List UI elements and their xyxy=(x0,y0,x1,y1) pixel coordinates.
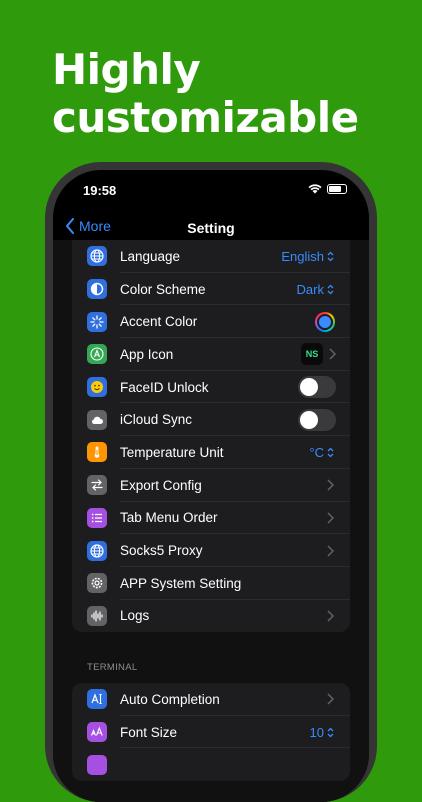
page-title: Setting xyxy=(187,220,235,236)
setting-label: Color Scheme xyxy=(120,281,206,297)
setting-row-socks5-proxy[interactable]: Socks5 Proxy xyxy=(72,534,350,567)
setting-label: App Icon xyxy=(120,346,174,362)
section-header-terminal: TERMINAL xyxy=(87,662,138,673)
chevron-up-down-icon xyxy=(327,284,334,294)
icloud-sync-toggle[interactable] xyxy=(298,408,336,431)
setting-label: Socks5 Proxy xyxy=(120,543,203,559)
thermometer-icon xyxy=(87,442,107,463)
chevron-up-down-icon xyxy=(327,251,334,262)
headline-line-2: customizable xyxy=(52,93,359,142)
chevron-up-down-icon xyxy=(327,447,334,458)
setting-value[interactable]: Dark xyxy=(297,282,334,297)
setting-label: Temperature Unit xyxy=(120,444,224,460)
setting-label: Accent Color xyxy=(120,314,198,330)
color-swatch[interactable] xyxy=(315,311,335,332)
chevron-right-icon xyxy=(327,545,334,557)
setting-label: Export Config xyxy=(120,477,202,493)
chevron-right-icon xyxy=(327,512,334,524)
text-cursor-icon xyxy=(87,689,107,710)
globe-icon xyxy=(87,246,107,267)
setting-label: Language xyxy=(120,248,181,264)
font-size-icon xyxy=(87,722,107,743)
temperature-unit-value: °C xyxy=(309,444,324,460)
headline-line-1: Highly xyxy=(52,45,201,94)
gear-icon xyxy=(87,573,107,594)
chevron-up-down-icon xyxy=(327,727,334,737)
sparkle-icon xyxy=(87,311,107,332)
battery-icon xyxy=(327,184,347,194)
contrast-icon xyxy=(87,279,107,300)
globe-icon xyxy=(87,540,107,561)
faceid-icon xyxy=(87,377,107,398)
phone-screen: 19:58 More Setting Language English Colo… xyxy=(53,170,369,802)
headline: Highly customizable xyxy=(52,46,359,142)
settings-group: Language English Color Scheme Dark Accen… xyxy=(72,240,350,633)
cloud-icon xyxy=(87,409,107,430)
font-size-value: 10 xyxy=(309,724,324,740)
language-value: English xyxy=(281,248,324,264)
setting-row-tab-menu-order[interactable]: Tab Menu Order xyxy=(72,502,350,535)
faceid-toggle[interactable] xyxy=(298,376,336,399)
terminal-settings-group: Auto Completion Font Size 10 xyxy=(72,683,350,782)
setting-label: FaceID Unlock xyxy=(120,379,209,395)
arrows-icon xyxy=(87,475,107,496)
setting-value[interactable]: °C xyxy=(309,445,334,460)
notch xyxy=(136,170,286,198)
setting-label: Logs xyxy=(120,608,150,624)
settings-list: Language English Color Scheme Dark Accen… xyxy=(53,240,369,802)
chevron-right-icon xyxy=(327,693,334,705)
palette-icon xyxy=(87,754,107,775)
setting-label: Auto Completion xyxy=(120,691,220,707)
setting-row-icloud-sync[interactable]: iCloud Sync xyxy=(72,403,350,437)
setting-row-temperature-unit[interactable]: Temperature Unit °C xyxy=(72,436,350,469)
setting-row-language[interactable]: Language English xyxy=(72,240,350,273)
setting-label: Tab Menu Order xyxy=(120,510,218,526)
setting-label: APP System Setting xyxy=(120,575,242,591)
setting-row-accent-color[interactable]: Accent Color xyxy=(72,305,350,339)
setting-row-font-size[interactable]: Font Size 10 xyxy=(72,716,350,749)
setting-value[interactable]: 10 xyxy=(310,725,334,740)
chevron-right-icon xyxy=(327,479,334,491)
setting-row-export-config[interactable]: Export Config xyxy=(72,469,350,502)
waveform-icon xyxy=(87,605,107,626)
phone-frame: 19:58 More Setting Language English Colo… xyxy=(45,162,377,802)
app-store-icon xyxy=(87,344,107,365)
setting-row-theme-partial[interactable] xyxy=(72,748,350,781)
color-scheme-value: Dark xyxy=(296,281,324,297)
setting-row-app-system-setting[interactable]: APP System Setting xyxy=(72,567,350,600)
setting-value[interactable]: English xyxy=(281,249,334,264)
list-icon xyxy=(87,507,107,528)
setting-label: Font Size xyxy=(120,724,178,740)
chevron-right-icon xyxy=(327,610,334,622)
wifi-icon xyxy=(308,184,322,194)
setting-row-auto-completion[interactable]: Auto Completion xyxy=(72,683,350,716)
app-icon-preview: NS xyxy=(301,343,323,366)
chevron-right-icon xyxy=(329,348,336,360)
setting-row-faceid-unlock[interactable]: FaceID Unlock xyxy=(72,371,350,404)
setting-label: iCloud Sync xyxy=(120,412,193,428)
setting-row-color-scheme[interactable]: Color Scheme Dark xyxy=(72,273,350,306)
setting-row-app-icon[interactable]: App Icon NS xyxy=(72,338,350,371)
setting-row-logs[interactable]: Logs xyxy=(72,600,350,633)
status-icons xyxy=(308,184,347,194)
status-time: 19:58 xyxy=(83,183,117,198)
